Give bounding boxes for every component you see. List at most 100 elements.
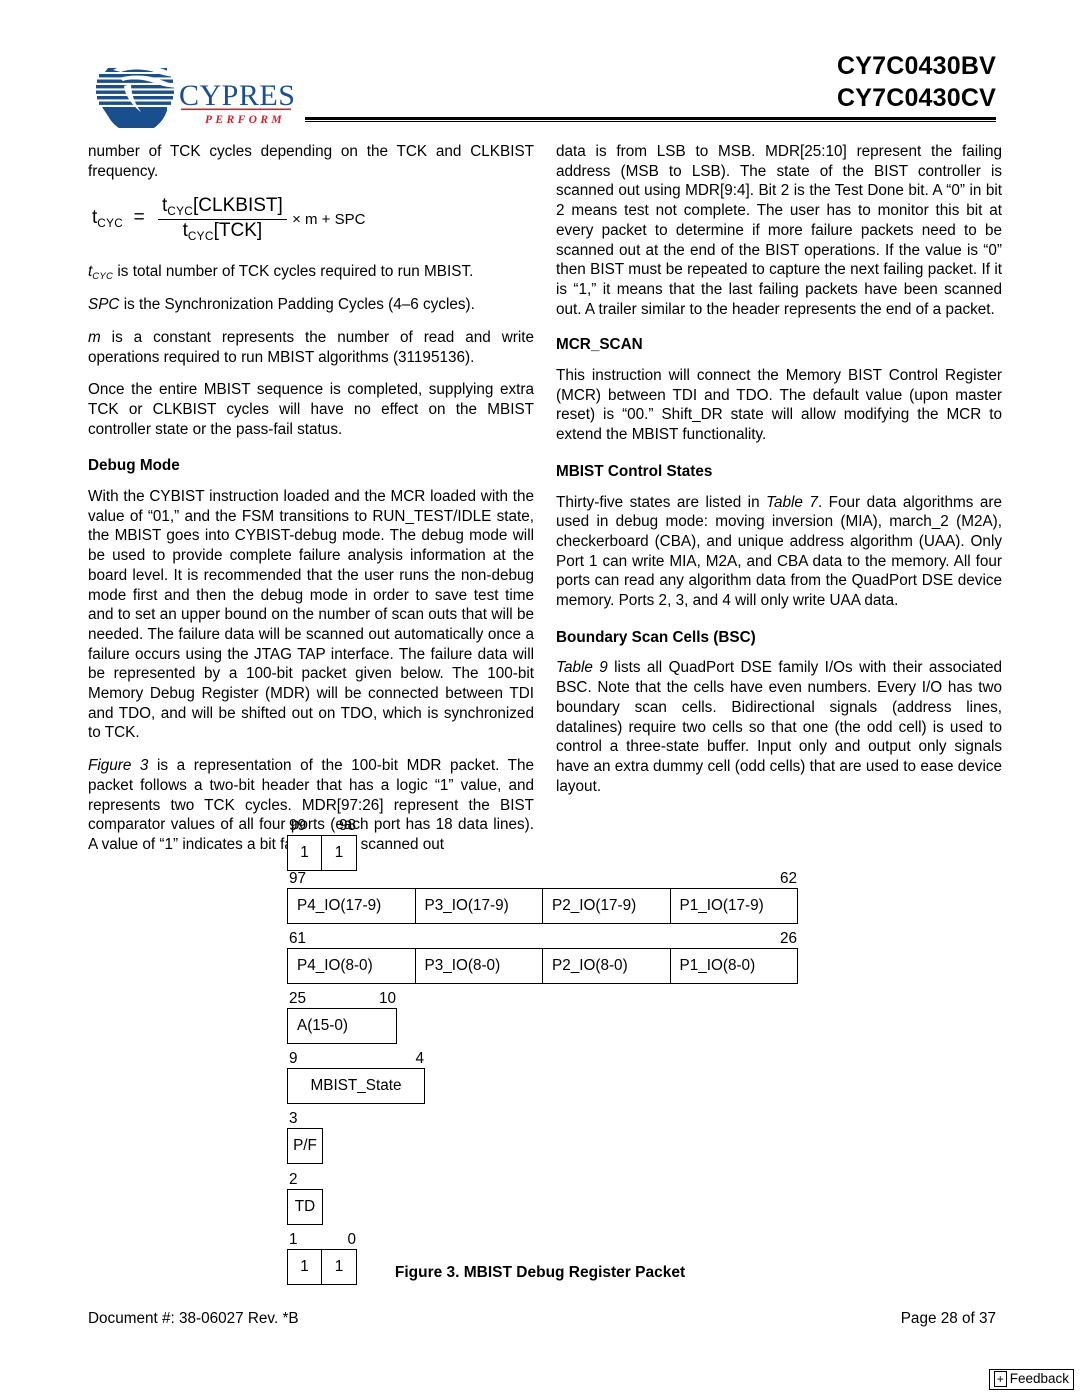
figure-row-mbist-state: 9 4 MBIST_State <box>287 1049 425 1104</box>
logo-tagline: PERFORM <box>205 114 285 126</box>
bit-cell: P1_IO(17-9) <box>679 897 764 914</box>
bit-label-right: 62 <box>779 870 797 887</box>
page-header: CYPRESS PERFORM CY7C0430BV CY7C0430CV <box>0 0 1080 132</box>
heading-mcr-scan: MCR_SCAN <box>556 336 643 354</box>
bit-label-left: 25 <box>289 990 307 1007</box>
page-footer: Document #: 38-06027 Rev. *B Page 28 of … <box>88 1310 996 1328</box>
bit-label-left: 99 <box>289 817 307 834</box>
plus-icon: + <box>993 1371 1007 1387</box>
paragraph-debug-mode: With the CYBIST instruction loaded and t… <box>88 488 534 742</box>
bit-cell: 1 <box>334 844 344 861</box>
paragraph-continued: data is from LSB to MSB. MDR[25:10] repr… <box>556 143 1002 318</box>
paragraph-mcr-scan: This instruction will connect the Memory… <box>556 367 1002 444</box>
paragraph-tcyc-definition: tCYC is total number of TCK cycles requi… <box>88 262 534 284</box>
bit-cell: P3_IO(17-9) <box>416 889 543 923</box>
bit-cell: A(15-0) <box>297 1017 349 1034</box>
formula-numerator: tCYC[CLKBIST] <box>158 196 287 219</box>
bit-cell: 1 <box>288 836 322 870</box>
formula-numerator-rest: [CLKBIST] <box>193 195 283 217</box>
mbist-control-pre: Thirty-five states are listed in <box>556 493 767 511</box>
bit-cell: P4_IO(17-9) <box>288 889 416 923</box>
figure-row-pass-fail: 3 P/F <box>287 1109 323 1164</box>
paragraph-intro: number of TCK cycles depending on the TC… <box>88 143 534 180</box>
bit-label-left: 9 <box>289 1050 298 1067</box>
formula-denominator-sub: CYC <box>187 229 214 243</box>
paragraph-once-complete: Once the entire MBIST sequence is comple… <box>88 381 534 438</box>
paragraph-spc-definition: SPC is the Synchronization Padding Cycle… <box>88 295 534 315</box>
bit-labels: 1 0 <box>287 1230 357 1249</box>
figure-caption: Figure 3. MBIST Debug Register Packet <box>394 1264 686 1281</box>
bit-box-row: P4_IO(17-9) P3_IO(17-9) P2_IO(17-9) P1_I… <box>287 888 798 924</box>
bit-box-row: 1 1 <box>287 835 357 871</box>
tcyc-formula: tCYC = tCYC[CLKBIST] tCYC[TCK] × m + SPC <box>92 194 534 246</box>
formula-equals: = <box>133 207 145 229</box>
bit-label-right: 26 <box>779 930 797 947</box>
bit-label-right: 10 <box>378 990 396 1007</box>
bit-label-left: 2 <box>289 1171 298 1188</box>
figure-row-test-done: 2 TD <box>287 1170 323 1225</box>
m-symbol: m <box>88 328 101 346</box>
page-title: CY7C0430BV CY7C0430CV <box>837 50 996 114</box>
bit-label-left: 3 <box>289 1110 298 1127</box>
bit-cell: TD <box>294 1198 316 1215</box>
bit-labels: 97 62 <box>287 869 798 888</box>
m-definition-text: is a constant represents the number of r… <box>88 328 534 366</box>
right-text-column: data is from LSB to MSB. MDR[25:10] repr… <box>556 142 1002 809</box>
formula-denominator: tCYC[TCK] <box>158 220 287 243</box>
bit-label-right: 4 <box>415 1050 424 1067</box>
bit-box-row: P4_IO(8-0) P3_IO(8-0) P2_IO(8-0) P1_IO(8… <box>287 948 798 984</box>
spc-definition-text: is the Synchronization Padding Cycles (4… <box>119 296 475 314</box>
bit-cell: P4_IO(8-0) <box>288 949 416 983</box>
bit-labels: 99 98 <box>287 816 357 835</box>
bit-cell: MBIST_State <box>310 1077 402 1094</box>
bit-cell: P1_IO(8-0) <box>679 957 756 974</box>
page-number: Page 28 of 37 <box>900 1310 996 1327</box>
header-divider <box>305 117 996 123</box>
bit-label-right: 98 <box>338 817 356 834</box>
paragraph-m-definition: m is a constant represents the number of… <box>88 328 534 367</box>
tcyc-definition-text: is total number of TCK cycles required t… <box>113 263 474 281</box>
bit-cell: P2_IO(17-9) <box>543 889 671 923</box>
document-number: Document #: 38-06027 Rev. *B <box>88 1310 299 1327</box>
formula-numerator-sub: CYC <box>167 204 194 218</box>
bit-labels: 9 4 <box>287 1049 425 1068</box>
bit-box-row: P/F <box>287 1128 323 1164</box>
paragraph-boundary-scan-cells: Table 9 lists all QuadPort DSE family I/… <box>556 658 1002 796</box>
left-text-column: number of TCK cycles depending on the TC… <box>88 142 534 868</box>
figure-row-address: 25 10 A(15-0) <box>287 989 397 1044</box>
figure3-link[interactable]: Figure 3 <box>88 757 148 774</box>
table7-link[interactable]: Table 7 <box>766 494 818 511</box>
figure-row-header-bits: 99 98 1 1 <box>287 816 357 871</box>
bit-label-right: 0 <box>347 1231 356 1248</box>
bit-box-row: TD <box>287 1189 323 1225</box>
cypress-logo: CYPRESS PERFORM <box>95 48 295 128</box>
heading-mbist-control-states: MBIST Control States <box>556 462 713 480</box>
table9-link[interactable]: Table 9 <box>556 659 608 676</box>
feedback-button[interactable]: + Feedback <box>988 1369 1074 1390</box>
formula-denominator-rest: [TCK] <box>213 220 263 242</box>
bit-labels: 25 10 <box>287 989 397 1008</box>
bit-label-left: 97 <box>289 870 307 887</box>
bit-cell: P2_IO(8-0) <box>543 949 671 983</box>
doc-part-number-bv: CY7C0430BV <box>836 52 996 80</box>
bsc-text: lists all QuadPort DSE family I/Os with … <box>556 659 1002 795</box>
bit-cell: P/F <box>293 1137 317 1154</box>
formula-lhs-sub: CYC <box>97 216 124 230</box>
figure-row-io-8-0: 61 26 P4_IO(8-0) P3_IO(8-0) P2_IO(8-0) P… <box>287 929 798 984</box>
bit-labels: 3 <box>287 1109 323 1128</box>
formula-fraction: tCYC[CLKBIST] tCYC[TCK] <box>158 196 287 243</box>
formula-tail: × m + SPC <box>292 211 366 229</box>
bit-box-row: A(15-0) <box>287 1008 397 1044</box>
spc-symbol: SPC <box>88 296 120 314</box>
bit-labels: 2 <box>287 1170 323 1189</box>
figure-row-io-17-9: 97 62 P4_IO(17-9) P3_IO(17-9) P2_IO(17-9… <box>287 869 798 924</box>
bit-cell: P3_IO(8-0) <box>416 949 543 983</box>
heading-debug-mode: Debug Mode <box>88 457 180 475</box>
logo-wordmark: CYPRESS <box>179 79 295 112</box>
bit-labels: 61 26 <box>287 929 798 948</box>
bit-label-left: 1 <box>289 1231 298 1248</box>
tcyc-symbol-sub: CYC <box>92 271 114 283</box>
feedback-label: Feedback <box>1009 1371 1069 1386</box>
doc-part-number-cv: CY7C0430CV <box>836 84 996 112</box>
bit-label-left: 61 <box>289 930 307 947</box>
